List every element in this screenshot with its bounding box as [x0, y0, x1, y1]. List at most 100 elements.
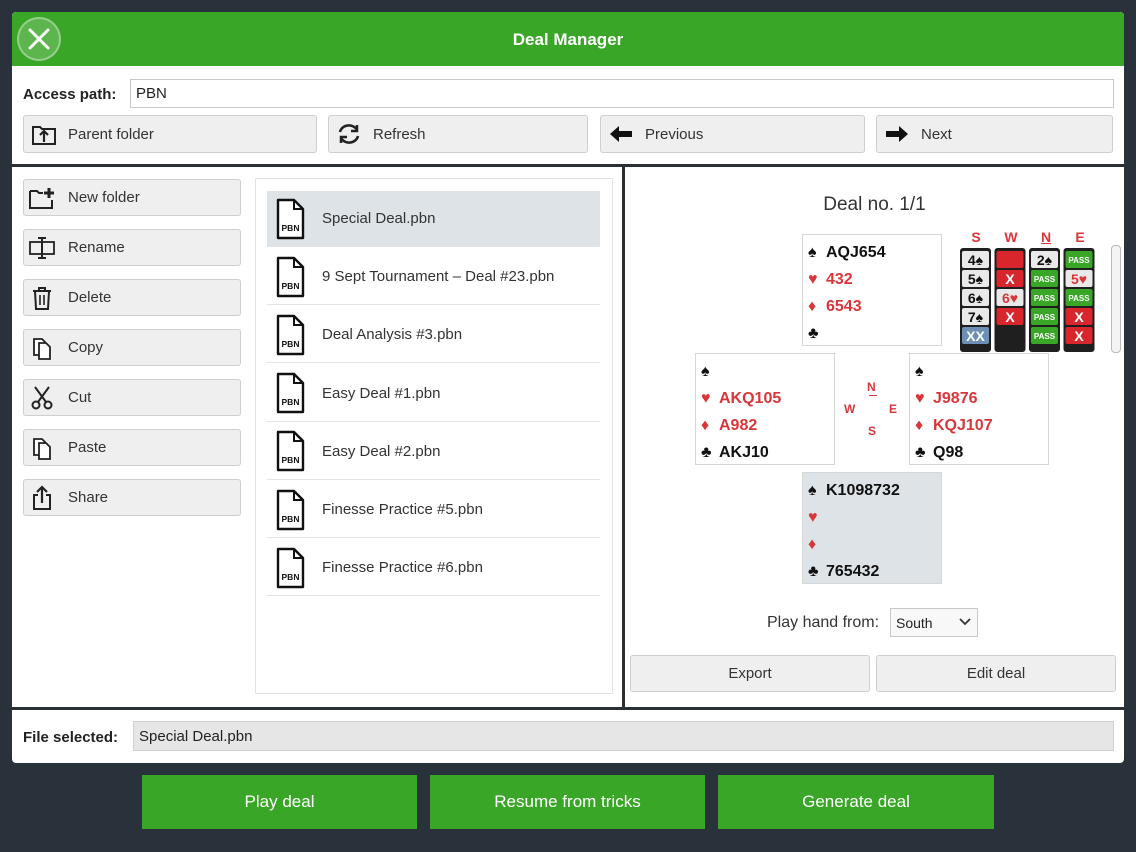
new-folder-icon: [28, 184, 56, 212]
east-hand: ♠ ♥ J9876 ♦ KQJ107 ♣ Q98: [909, 353, 1049, 465]
next-label: Next: [921, 125, 952, 143]
bid-text: 6♠: [968, 290, 984, 306]
north-hand: ♠ AQJ654 ♥ 432 ♦ 6543 ♣: [802, 234, 942, 346]
north-diamonds: ♦ 6543: [808, 297, 862, 315]
west-spades: ♠: [701, 358, 834, 385]
svg-text:PBN: PBN: [282, 281, 300, 291]
new-folder-button[interactable]: New folder: [23, 179, 241, 216]
copy-icon: [28, 334, 56, 362]
west-clubs: ♣ AKJ10: [701, 443, 769, 461]
heart-icon: ♥: [701, 389, 711, 407]
parent-folder-button[interactable]: Parent folder: [23, 115, 317, 153]
file-list-item[interactable]: PBN Easy Deal #1.pbn: [267, 366, 600, 422]
cut-button[interactable]: Cut: [23, 379, 241, 416]
east-clubs: ♣ Q98: [915, 443, 964, 461]
deal-number: Deal no. 1/1: [823, 194, 926, 215]
pbn-file-icon: PBN: [276, 547, 305, 588]
svg-text:PBN: PBN: [282, 514, 300, 524]
file-list-item[interactable]: PBN 9 Sept Tournament – Deal #23.pbn: [267, 249, 600, 306]
panel-divider: [622, 165, 625, 709]
bid-text: X: [1005, 271, 1015, 287]
file-list-item[interactable]: PBN Finesse Practice #5.pbn: [267, 482, 600, 538]
compass-south: S: [868, 424, 877, 438]
north-spades: ♠ AQJ654: [808, 243, 886, 261]
bid-text: 4♠: [968, 252, 984, 268]
file-list-item[interactable]: PBN Deal Analysis #3.pbn: [267, 307, 600, 364]
bid-cell: [996, 251, 1024, 268]
rename-label: Rename: [68, 239, 125, 256]
new-folder-label: New folder: [68, 189, 140, 206]
file-list-item[interactable]: PBN Special Deal.pbn: [267, 191, 600, 247]
bid-text: X: [1005, 309, 1015, 325]
play-hand-select[interactable]: South: [890, 608, 978, 637]
top-divider: [12, 164, 1124, 167]
paste-label: Paste: [68, 439, 107, 456]
svg-text:PBN: PBN: [282, 572, 300, 582]
compass-north-underline: [869, 395, 877, 396]
spade-icon: ♠: [701, 362, 710, 380]
west-hearts: ♥ AKQ105: [701, 389, 782, 407]
south-hearts: ♥: [808, 504, 941, 531]
west-diamonds: ♦ A982: [701, 416, 758, 434]
bid-text: 5♥: [1071, 271, 1087, 287]
copy-button[interactable]: Copy: [23, 329, 241, 366]
arrow-right-icon: [883, 121, 911, 147]
diamond-icon: ♦: [808, 297, 817, 315]
compass-west: W: [844, 402, 856, 416]
generate-deal-button[interactable]: Generate deal: [718, 775, 994, 829]
north-clubs: ♣: [808, 320, 941, 347]
delete-button[interactable]: Delete: [23, 279, 241, 316]
club-icon: ♣: [915, 443, 926, 461]
file-name: Deal Analysis #3.pbn: [322, 326, 463, 344]
pbn-file-icon: PBN: [276, 314, 305, 356]
file-name: 9 Sept Tournament – Deal #23.pbn: [322, 268, 555, 286]
bid-text: X: [1074, 309, 1084, 325]
cut-label: Cut: [68, 389, 92, 406]
west-hand: ♠ ♥ AKQ105 ♦ A982 ♣ AKJ10: [695, 353, 835, 465]
access-path-input[interactable]: [130, 79, 1114, 108]
pbn-file-icon: PBN: [276, 489, 305, 530]
bid-text: 6♥: [1002, 290, 1018, 306]
svg-text:PBN: PBN: [282, 455, 300, 465]
resume-from-tricks-button[interactable]: Resume from tricks: [430, 775, 705, 829]
file-name: Easy Deal #1.pbn: [322, 384, 441, 402]
play-hand-label: Play hand from:: [767, 614, 880, 631]
bid-text: PASS: [1068, 294, 1090, 303]
bid-text: 7♠: [968, 309, 984, 325]
rename-icon: [28, 234, 56, 262]
bid-text: PASS: [1034, 275, 1056, 284]
bid-text: X: [1074, 328, 1084, 344]
previous-button[interactable]: Previous: [600, 115, 865, 153]
trash-icon: [28, 284, 56, 312]
pbn-file-icon: PBN: [276, 372, 305, 414]
play-deal-button[interactable]: Play deal: [142, 775, 417, 829]
share-button[interactable]: Share: [23, 479, 241, 516]
paste-icon: [28, 434, 56, 462]
heart-icon: ♥: [915, 389, 925, 407]
bidding-scrollbar[interactable]: [1111, 245, 1121, 353]
north-hearts: ♥ 432: [808, 270, 853, 288]
east-diamonds: ♦ KQJ107: [915, 416, 993, 434]
south-clubs: ♣ 765432: [808, 562, 880, 580]
edit-deal-button[interactable]: Edit deal: [876, 655, 1116, 692]
file-name: Finesse Practice #6.pbn: [322, 559, 483, 577]
paste-button[interactable]: Paste: [23, 429, 241, 466]
copy-label: Copy: [68, 339, 104, 356]
refresh-label: Refresh: [373, 125, 426, 143]
club-icon: ♣: [701, 443, 712, 461]
east-spades: ♠: [915, 358, 1048, 385]
share-icon: [28, 484, 56, 512]
file-list-item[interactable]: PBN Finesse Practice #6.pbn: [267, 540, 600, 597]
bid-header-east: E: [1075, 229, 1085, 245]
file-selected-field: Special Deal.pbn: [133, 721, 1114, 751]
file-selected-label: File selected:: [23, 729, 119, 746]
export-button[interactable]: Export: [630, 655, 870, 692]
file-name: Easy Deal #2.pbn: [322, 442, 441, 460]
bid-text: XX: [966, 328, 985, 344]
next-button[interactable]: Next: [876, 115, 1113, 153]
file-list-item[interactable]: PBN Easy Deal #2.pbn: [267, 424, 600, 480]
bid-header-south: S: [971, 229, 981, 245]
refresh-button[interactable]: Refresh: [328, 115, 588, 153]
rename-button[interactable]: Rename: [23, 229, 241, 266]
previous-label: Previous: [645, 125, 704, 143]
